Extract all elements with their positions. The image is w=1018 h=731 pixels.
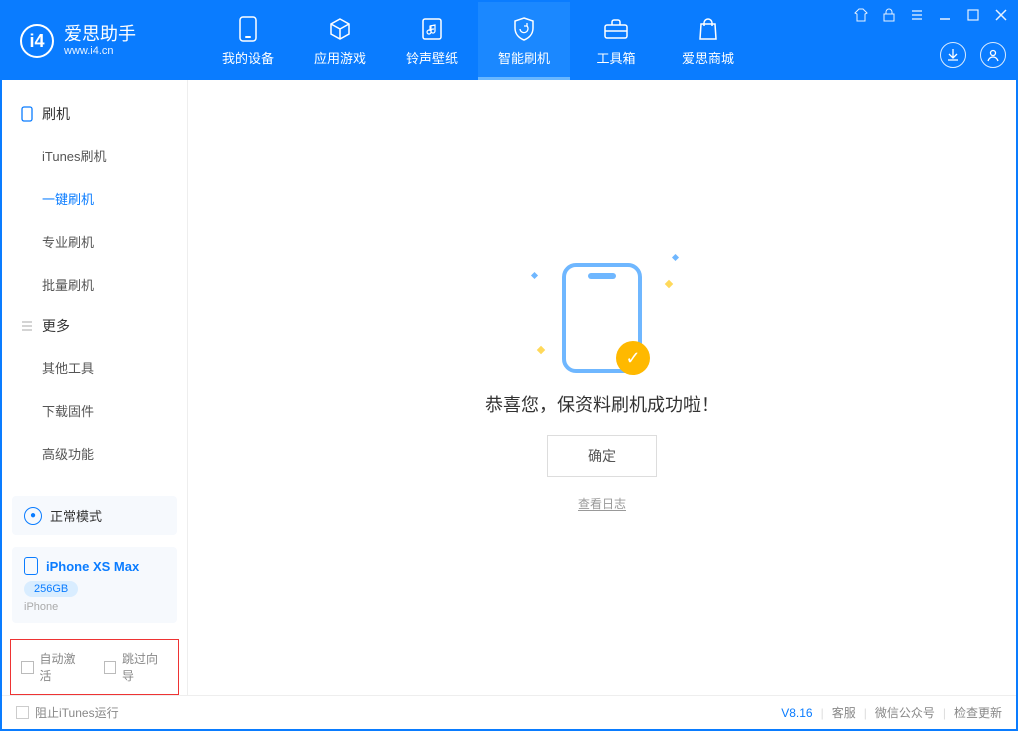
maximize-button[interactable] (964, 6, 982, 24)
shirt-icon[interactable] (852, 6, 870, 24)
device-name: iPhone XS Max (46, 559, 139, 574)
mode-card[interactable]: ● 正常模式 (12, 496, 177, 535)
flash-options-highlight: 自动激活 跳过向导 (10, 639, 179, 695)
tab-label: 爱思商城 (682, 48, 734, 67)
shopping-bag-icon (695, 16, 721, 42)
sparkle-icon (672, 254, 679, 261)
sidebar-item-pro-flash[interactable]: 专业刷机 (2, 220, 187, 263)
storage-badge: 256GB (24, 581, 78, 597)
checkbox-icon (104, 661, 117, 674)
shield-refresh-icon (511, 16, 537, 42)
tab-label: 应用游戏 (314, 48, 366, 67)
sidebar-item-itunes-flash[interactable]: iTunes刷机 (2, 134, 187, 177)
view-log-link[interactable]: 查看日志 (578, 495, 626, 512)
footer-link-support[interactable]: 客服 (832, 704, 856, 721)
tab-label: 我的设备 (222, 48, 274, 67)
tab-label: 智能刷机 (498, 48, 550, 67)
checkmark-icon: ✓ (616, 341, 650, 375)
tab-store[interactable]: 爱思商城 (662, 2, 754, 80)
titlebar: i4 爱思助手 www.i4.cn 我的设备 应用游戏 铃声壁纸 智能刷机 工具… (2, 2, 1016, 80)
minimize-button[interactable] (936, 6, 954, 24)
toolbox-icon (603, 16, 629, 42)
tab-toolbox[interactable]: 工具箱 (570, 2, 662, 80)
tab-my-device[interactable]: 我的设备 (202, 2, 294, 80)
mode-indicator-icon: ● (24, 507, 42, 525)
close-button[interactable] (992, 6, 1010, 24)
checkbox-icon (16, 706, 29, 719)
menu-icon[interactable] (908, 6, 926, 24)
version-label: V8.16 (781, 706, 812, 720)
tab-label: 铃声壁纸 (406, 48, 458, 67)
tab-apps-games[interactable]: 应用游戏 (294, 2, 386, 80)
sidebar-item-download-firmware[interactable]: 下载固件 (2, 389, 187, 432)
list-icon (20, 319, 34, 333)
statusbar: 阻止iTunes运行 V8.16 | 客服 | 微信公众号 | 检查更新 (2, 695, 1016, 729)
user-icon[interactable] (980, 42, 1006, 68)
footer-link-check-update[interactable]: 检查更新 (954, 704, 1002, 721)
app-title: 爱思助手 (64, 25, 136, 45)
sparkle-icon (665, 280, 673, 288)
sidebar-group-flash: 刷机 (2, 94, 187, 134)
sidebar-item-other-tools[interactable]: 其他工具 (2, 346, 187, 389)
sidebar-item-one-click-flash[interactable]: 一键刷机 (2, 177, 187, 220)
mode-label: 正常模式 (50, 506, 102, 525)
window-controls (852, 6, 1010, 24)
checkbox-skip-guide[interactable]: 跳过向导 (104, 650, 169, 684)
footer-link-wechat[interactable]: 微信公众号 (875, 704, 935, 721)
download-icon[interactable] (940, 42, 966, 68)
sidebar-item-advanced[interactable]: 高级功能 (2, 432, 187, 475)
main-nav: 我的设备 应用游戏 铃声壁纸 智能刷机 工具箱 爱思商城 (202, 2, 754, 80)
success-illustration: ✓ (562, 263, 642, 373)
device-type: iPhone (24, 601, 165, 613)
device-card[interactable]: iPhone XS Max 256GB iPhone (12, 547, 177, 623)
checkbox-auto-activate[interactable]: 自动激活 (21, 650, 86, 684)
checkbox-icon (21, 661, 34, 674)
app-subtitle: www.i4.cn (64, 45, 136, 57)
device-icon (235, 16, 261, 42)
header-actions (940, 42, 1006, 68)
tab-ringtone-wallpaper[interactable]: 铃声壁纸 (386, 2, 478, 80)
lock-icon[interactable] (880, 6, 898, 24)
sidebar-item-batch-flash[interactable]: 批量刷机 (2, 263, 187, 306)
app-logo: i4 爱思助手 www.i4.cn (2, 2, 202, 80)
sparkle-icon (537, 346, 545, 354)
music-file-icon (419, 16, 445, 42)
logo-icon: i4 (20, 24, 54, 58)
tab-smart-flash[interactable]: 智能刷机 (478, 2, 570, 80)
checkbox-block-itunes[interactable]: 阻止iTunes运行 (16, 704, 119, 721)
phone-outline-icon (20, 107, 34, 121)
sidebar: 刷机 iTunes刷机 一键刷机 专业刷机 批量刷机 更多 其他工具 下载固件 … (2, 80, 188, 695)
cube-icon (327, 16, 353, 42)
sparkle-icon (531, 272, 538, 279)
success-message: 恭喜您，保资料刷机成功啦！ (485, 391, 719, 417)
sidebar-group-more: 更多 (2, 306, 187, 346)
tab-label: 工具箱 (596, 48, 635, 67)
confirm-button[interactable]: 确定 (547, 435, 657, 477)
main-content: ✓ 恭喜您，保资料刷机成功啦！ 确定 查看日志 (188, 80, 1016, 695)
phone-icon (24, 557, 38, 575)
